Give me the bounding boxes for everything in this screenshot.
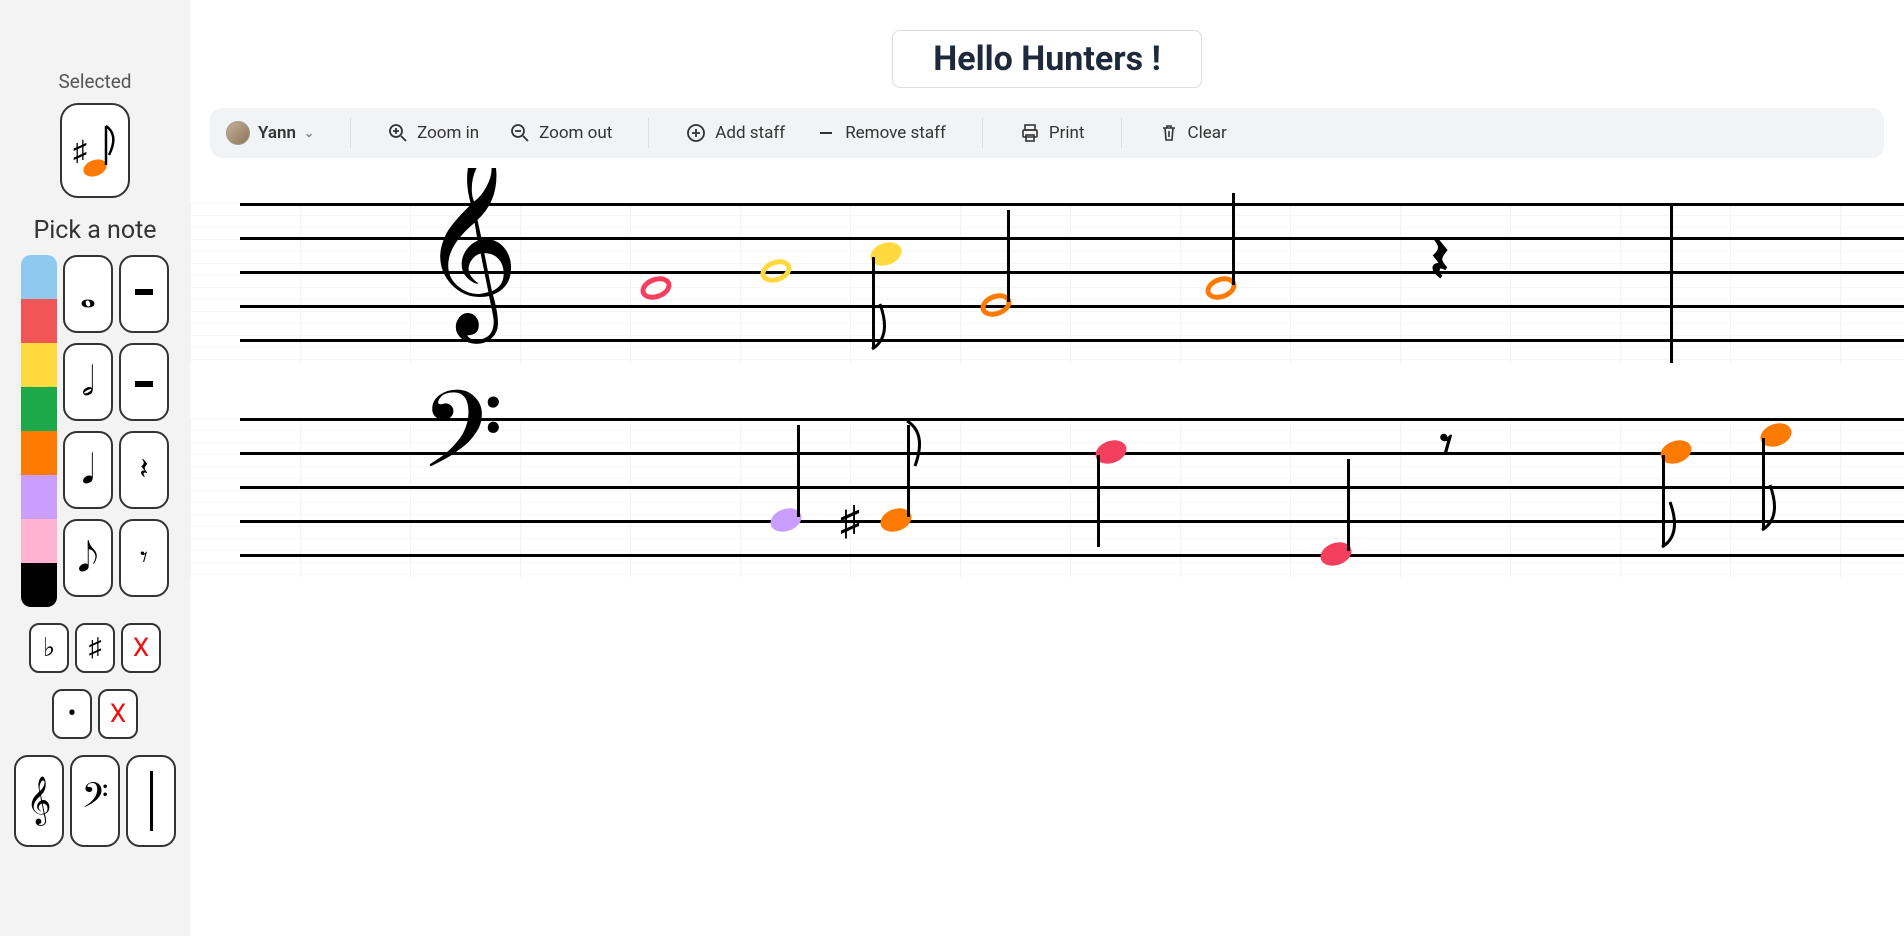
- color-swatch[interactable]: [21, 299, 57, 343]
- dot-button[interactable]: •: [52, 689, 92, 739]
- note-palette: 𝅝 𝅗𝅥 𝅘𝅥 𝅘𝅥𝅮𝄽 𝄾: [21, 255, 169, 607]
- user-menu[interactable]: Yann ⌄: [226, 121, 314, 145]
- sidebar: Selected ♯ Pick a note 𝅝𝅗𝅥𝅘𝅥𝅘𝅥𝅮𝄽𝄾 ♭ ♯ X …: [0, 0, 190, 936]
- zoom-out-icon: [509, 122, 531, 144]
- sharp-button[interactable]: ♯: [75, 623, 115, 673]
- half-note-button[interactable]: 𝅗𝅥: [63, 343, 113, 421]
- note[interactable]: [640, 277, 672, 299]
- toolbar: Yann ⌄ Zoom in Zoom out Add staff Remove…: [210, 108, 1884, 158]
- note[interactable]: [870, 243, 902, 265]
- add-staff-button[interactable]: Add staff: [685, 122, 785, 144]
- score-canvas[interactable]: 𝄞𝄽𝄢♯𝄾: [190, 168, 1904, 936]
- whole-note-button[interactable]: 𝅝: [63, 255, 113, 333]
- note[interactable]: [980, 294, 1012, 316]
- eighth-rest-button[interactable]: 𝄾: [119, 519, 169, 597]
- clear-dot-button[interactable]: X: [98, 689, 138, 739]
- plus-circle-icon: [685, 122, 707, 144]
- color-swatch[interactable]: [21, 475, 57, 519]
- accidentals-row: ♭ ♯ X: [29, 623, 161, 673]
- remove-staff-button[interactable]: Remove staff: [815, 122, 946, 144]
- score-title[interactable]: Hello Hunters !: [892, 30, 1202, 88]
- barline-button[interactable]: [126, 755, 176, 847]
- note[interactable]: [880, 509, 912, 531]
- chevron-down-icon: ⌄: [304, 126, 314, 140]
- dot-row: • X: [52, 689, 138, 739]
- avatar: [226, 121, 250, 145]
- eighth-note-button[interactable]: 𝅘𝅥𝅮: [63, 519, 113, 597]
- note[interactable]: [1660, 441, 1692, 463]
- zoom-in-icon: [387, 122, 409, 144]
- note[interactable]: [1320, 543, 1352, 565]
- bass-clef-button[interactable]: 𝄢: [70, 755, 120, 847]
- note[interactable]: [770, 509, 802, 531]
- staff[interactable]: 𝄢♯𝄾: [190, 418, 1904, 578]
- main-area: Hello Hunters ! Yann ⌄ Zoom in Zoom out …: [190, 0, 1904, 936]
- half-rest-button[interactable]: [119, 343, 169, 421]
- clear-accidental-button[interactable]: X: [121, 623, 161, 673]
- minus-icon: [815, 122, 837, 144]
- print-button[interactable]: Print: [1019, 122, 1085, 144]
- color-swatch[interactable]: [21, 563, 57, 607]
- user-name: Yann: [258, 123, 296, 143]
- selected-label: Selected: [58, 70, 131, 93]
- treble-clef: 𝄞: [420, 168, 519, 323]
- zoom-in-button[interactable]: Zoom in: [387, 122, 479, 144]
- sharp-accidental: ♯: [840, 497, 860, 544]
- color-swatch[interactable]: [21, 519, 57, 563]
- quarter-rest[interactable]: 𝄽: [1430, 224, 1449, 297]
- note[interactable]: [1205, 277, 1237, 299]
- selected-note-preview: ♯: [60, 103, 130, 198]
- zoom-out-button[interactable]: Zoom out: [509, 122, 612, 144]
- trash-icon: [1158, 122, 1180, 144]
- note[interactable]: [1095, 441, 1127, 463]
- color-swatch[interactable]: [21, 343, 57, 387]
- color-swatch[interactable]: [21, 431, 57, 475]
- quarter-rest-button[interactable]: 𝄽: [119, 431, 169, 509]
- bass-clef: 𝄢: [420, 380, 504, 510]
- flat-button[interactable]: ♭: [29, 623, 69, 673]
- clef-row: 𝄞 𝄢: [14, 755, 176, 847]
- color-swatch[interactable]: [21, 255, 57, 299]
- staff[interactable]: 𝄞𝄽: [190, 203, 1904, 363]
- note[interactable]: [1760, 424, 1792, 446]
- note[interactable]: [760, 260, 792, 282]
- clear-button[interactable]: Clear: [1158, 122, 1227, 144]
- print-icon: [1019, 122, 1041, 144]
- whole-rest-button[interactable]: [119, 255, 169, 333]
- color-swatch[interactable]: [21, 387, 57, 431]
- pick-a-note-label: Pick a note: [33, 216, 156, 245]
- quarter-note-button[interactable]: 𝅘𝅥: [63, 431, 113, 509]
- treble-clef-button[interactable]: 𝄞: [14, 755, 64, 847]
- eighth-rest[interactable]: 𝄾: [1440, 415, 1453, 473]
- barline: [1670, 203, 1673, 363]
